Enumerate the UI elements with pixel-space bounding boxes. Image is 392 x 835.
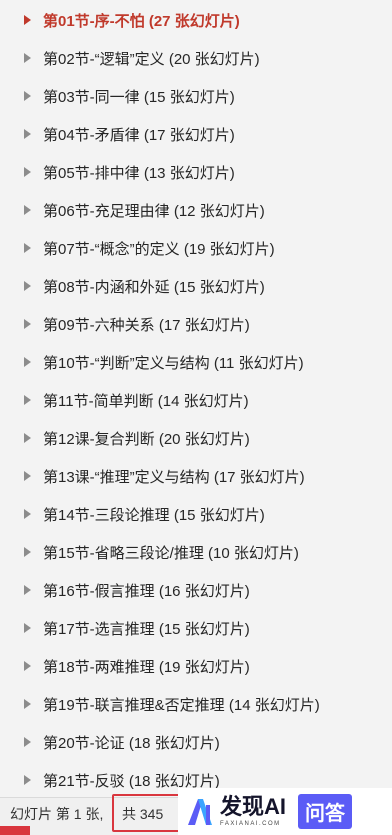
triangle-right-icon[interactable]: [24, 357, 31, 367]
section-item[interactable]: 第16节-假言推理 (16 张幻灯片): [0, 571, 392, 609]
section-item[interactable]: 第04节-矛盾律 (17 张幻灯片): [0, 115, 392, 153]
section-label: 第02节-“逻辑”定义 (20 张幻灯片): [43, 50, 260, 68]
triangle-right-icon[interactable]: [24, 243, 31, 253]
section-item[interactable]: 第17节-选言推理 (15 张幻灯片): [0, 609, 392, 647]
triangle-right-icon[interactable]: [24, 585, 31, 595]
section-label: 第07节-“概念”的定义 (19 张幻灯片): [43, 240, 275, 258]
triangle-right-icon[interactable]: [24, 53, 31, 63]
section-label: 第19节-联言推理&否定推理 (14 张幻灯片): [43, 696, 320, 714]
section-item[interactable]: 第19节-联言推理&否定推理 (14 张幻灯片): [0, 685, 392, 723]
section-label: 第09节-六种关系 (17 张幻灯片): [43, 316, 250, 334]
section-label: 第05节-排中律 (13 张幻灯片): [43, 164, 235, 182]
section-label: 第18节-两难推理 (19 张幻灯片): [43, 658, 250, 676]
triangle-right-icon[interactable]: [24, 699, 31, 709]
section-label: 第16节-假言推理 (16 张幻灯片): [43, 582, 250, 600]
section-pane: 第01节-序-不怕 (27 张幻灯片) 第02节-“逻辑”定义 (20 张幻灯片)…: [0, 0, 392, 800]
section-label: 第15节-省略三段论/推理 (10 张幻灯片): [43, 544, 299, 562]
section-label: 第20节-论证 (18 张幻灯片): [43, 734, 220, 752]
triangle-right-icon[interactable]: [24, 775, 31, 785]
triangle-right-icon[interactable]: [24, 737, 31, 747]
watermark-text-block: 发现AI FAXIANAI.COM: [220, 794, 287, 828]
section-item[interactable]: 第01节-序-不怕 (27 张幻灯片): [0, 1, 392, 39]
section-item[interactable]: 第18节-两难推理 (19 张幻灯片): [0, 647, 392, 685]
section-label: 第12课-复合判断 (20 张幻灯片): [43, 430, 250, 448]
section-item[interactable]: 第14节-三段论推理 (15 张幻灯片): [0, 495, 392, 533]
section-item[interactable]: 第09节-六种关系 (17 张幻灯片): [0, 305, 392, 343]
section-label: 第04节-矛盾律 (17 张幻灯片): [43, 126, 235, 144]
section-label: 第13课-“推理”定义与结构 (17 张幻灯片): [43, 468, 305, 486]
triangle-right-icon[interactable]: [24, 281, 31, 291]
section-item[interactable]: 第06节-充足理由律 (12 张幻灯片): [0, 191, 392, 229]
section-item[interactable]: 第11节-简单判断 (14 张幻灯片): [0, 381, 392, 419]
red-marker: [0, 826, 30, 835]
triangle-right-icon[interactable]: [24, 433, 31, 443]
section-label: 第11节-简单判断 (14 张幻灯片): [43, 392, 249, 410]
section-label: 第01节-序-不怕 (27 张幻灯片): [43, 12, 240, 30]
section-item[interactable]: 第12课-复合判断 (20 张幻灯片): [0, 419, 392, 457]
triangle-right-icon[interactable]: [24, 471, 31, 481]
section-label: 第10节-“判断”定义与结构 (11 张幻灯片): [43, 354, 304, 372]
faxianai-logo-icon: [186, 797, 214, 827]
triangle-right-icon[interactable]: [24, 623, 31, 633]
triangle-right-icon[interactable]: [24, 509, 31, 519]
triangle-right-icon[interactable]: [24, 91, 31, 101]
watermark-badge: 问答: [298, 794, 353, 829]
watermark: 发现AI FAXIANAI.COM 问答: [178, 788, 392, 835]
section-label: 第14节-三段论推理 (15 张幻灯片): [43, 506, 265, 524]
triangle-right-icon[interactable]: [24, 167, 31, 177]
section-label: 第08节-内涵和外延 (15 张幻灯片): [43, 278, 265, 296]
section-label: 第03节-同一律 (15 张幻灯片): [43, 88, 235, 106]
section-item[interactable]: 第08节-内涵和外延 (15 张幻灯片): [0, 267, 392, 305]
watermark-brand: 发现AI: [220, 794, 287, 819]
section-label: 第06节-充足理由律 (12 张幻灯片): [43, 202, 265, 220]
section-label: 第17节-选言推理 (15 张幻灯片): [43, 620, 250, 638]
section-list: 第01节-序-不怕 (27 张幻灯片) 第02节-“逻辑”定义 (20 张幻灯片)…: [0, 1, 392, 799]
section-item[interactable]: 第07节-“概念”的定义 (19 张幻灯片): [0, 229, 392, 267]
triangle-right-icon[interactable]: [24, 129, 31, 139]
triangle-right-icon[interactable]: [24, 661, 31, 671]
section-item[interactable]: 第05节-排中律 (13 张幻灯片): [0, 153, 392, 191]
slide-position-text: 幻灯片 第 1 张,: [10, 806, 104, 822]
section-item[interactable]: 第02节-“逻辑”定义 (20 张幻灯片): [0, 39, 392, 77]
triangle-right-icon[interactable]: [24, 205, 31, 215]
section-item[interactable]: 第10节-“判断”定义与结构 (11 张幻灯片): [0, 343, 392, 381]
section-item[interactable]: 第15节-省略三段论/推理 (10 张幻灯片): [0, 533, 392, 571]
section-item[interactable]: 第03节-同一律 (15 张幻灯片): [0, 77, 392, 115]
section-item[interactable]: 第13课-“推理”定义与结构 (17 张幻灯片): [0, 457, 392, 495]
watermark-domain: FAXIANAI.COM: [220, 821, 281, 827]
triangle-right-icon[interactable]: [24, 395, 31, 405]
section-item[interactable]: 第20节-论证 (18 张幻灯片): [0, 723, 392, 761]
triangle-right-icon[interactable]: [24, 15, 31, 25]
triangle-right-icon[interactable]: [24, 547, 31, 557]
triangle-right-icon[interactable]: [24, 319, 31, 329]
